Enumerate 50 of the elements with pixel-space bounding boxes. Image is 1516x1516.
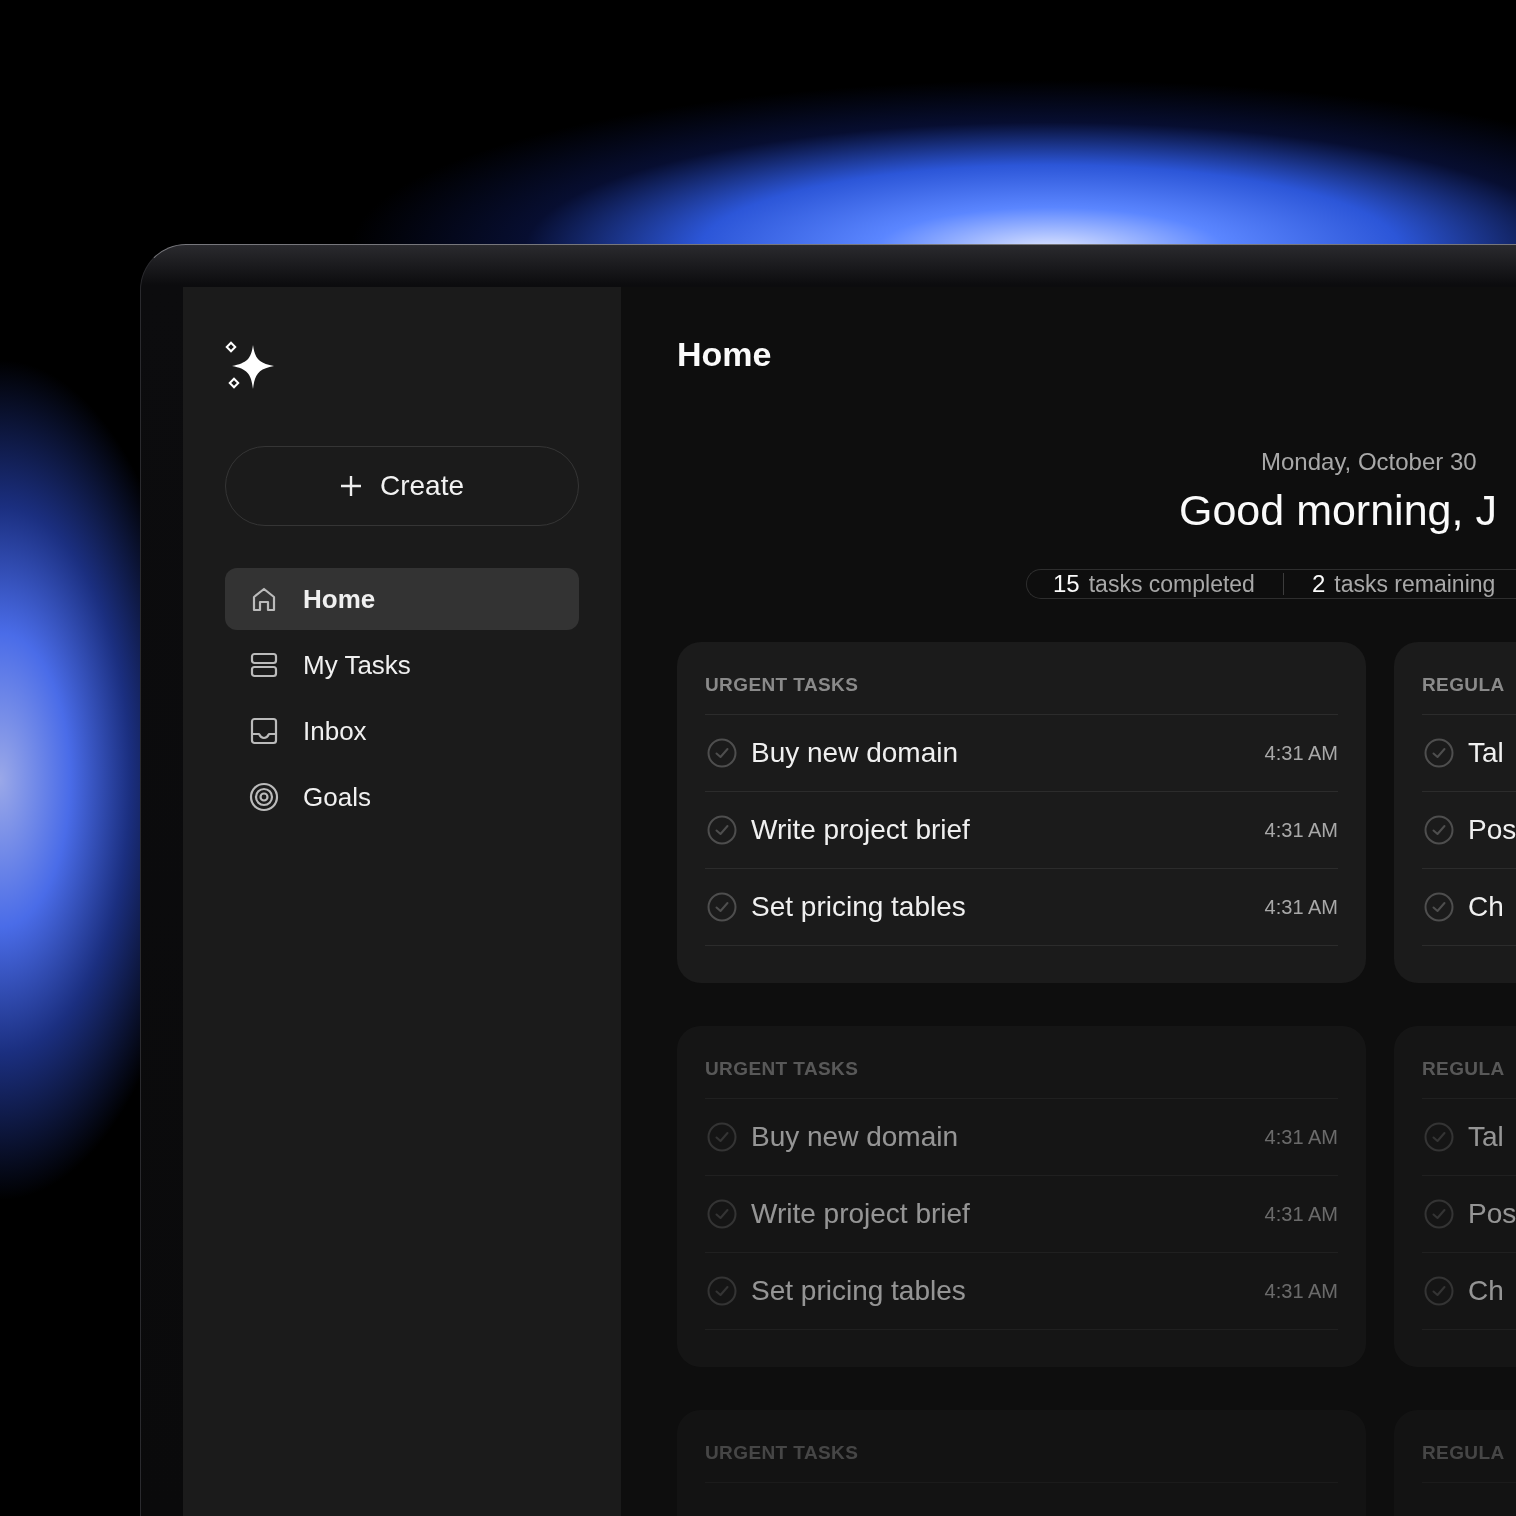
check-circle-icon[interactable] [707,892,737,922]
task-name: Buy new domain [751,737,959,769]
nav-item[interactable]: Inbox [225,700,579,762]
stacked-rows-icon [250,651,278,679]
task-time: 4:31 AM [1264,1202,1338,1226]
task-name: Pos [1468,814,1516,846]
task-time: 4:31 AM [1264,741,1338,765]
task-time: 4:31 AM [1264,818,1338,842]
greeting-heading: Good morning, J [1179,486,1498,535]
home-icon [250,585,278,613]
card-title: URGENT TASKS [705,674,859,696]
date-label: Monday, October 30 [1261,448,1478,476]
inbox-icon [250,717,278,745]
stat-count: 15 [1053,570,1080,598]
task-name: Set pricing tables [751,1275,967,1307]
target-icon [249,782,279,812]
check-circle-icon[interactable] [707,738,737,768]
task-name: Write project brief [751,1198,971,1230]
card-title: REGULA [1422,674,1505,696]
check-circle-icon[interactable] [1424,738,1454,768]
task-time: 4:31 AM [1264,895,1338,919]
check-circle-icon[interactable] [1424,1199,1454,1229]
task-name: Tal [1468,1121,1505,1153]
task-name: Buy new domain [751,1121,959,1153]
task-name: Set pricing tables [751,891,967,923]
task-name: Ch [1468,891,1505,923]
check-circle-icon[interactable] [707,1199,737,1229]
stat-label: tasks completed [1088,570,1255,598]
check-circle-icon[interactable] [1424,815,1454,845]
check-circle-icon[interactable] [1424,1122,1454,1152]
check-circle-icon[interactable] [707,1122,737,1152]
plus-icon [339,475,362,497]
card-title: REGULA [1422,1058,1505,1080]
task-time: 4:31 AM [1264,1125,1338,1149]
task-name: Pos [1468,1198,1516,1230]
check-circle-icon[interactable] [707,815,737,845]
nav-item[interactable]: Goals [225,766,579,828]
task-time: 4:31 AM [1264,1279,1338,1303]
task-name: Write project brief [751,814,971,846]
check-circle-icon[interactable] [1424,1276,1454,1306]
check-circle-icon[interactable] [707,1276,737,1306]
task-name: Tal [1468,737,1505,769]
nav-item[interactable]: Home [225,568,579,630]
page-title: Home [677,335,773,374]
check-circle-icon[interactable] [1424,892,1454,922]
nav-item[interactable]: My Tasks [225,634,579,696]
task-name: Ch [1468,1275,1505,1307]
card-title: URGENT TASKS [705,1058,859,1080]
stat-label: tasks remaining [1334,570,1496,598]
stat-count: 2 [1311,570,1326,598]
